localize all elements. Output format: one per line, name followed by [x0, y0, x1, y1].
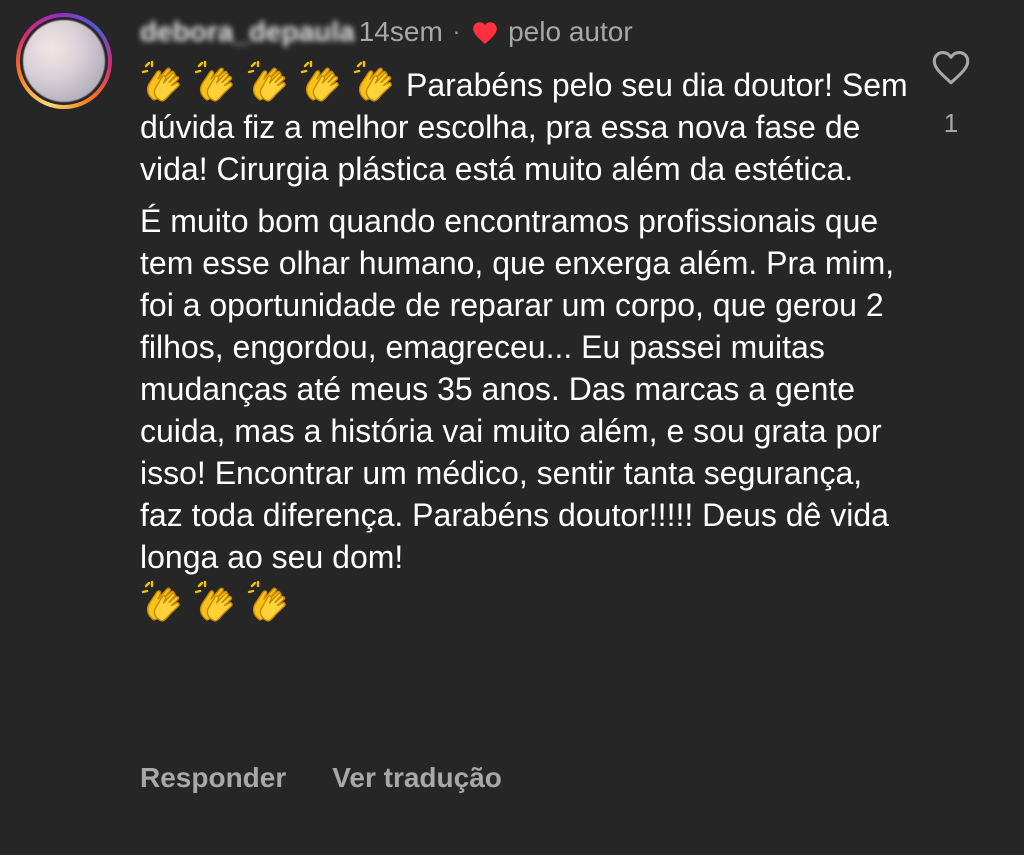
- meta-separator: ·: [452, 19, 461, 44]
- trailing-emoji-group: [140, 580, 902, 622]
- like-column: 1: [922, 46, 980, 139]
- comment-paragraph-1: Parabéns pelo seu dia doutor! Sem dúvida…: [140, 60, 910, 190]
- clapping-hands-icon: [194, 580, 233, 622]
- clapping-hands-icon: [247, 580, 286, 622]
- username[interactable]: debora_depaula: [140, 16, 355, 48]
- reply-button[interactable]: Responder: [140, 762, 286, 794]
- comment-actions: Responder Ver tradução: [140, 762, 502, 794]
- comment-text-2: É muito bom quando encontramos profissio…: [140, 203, 895, 575]
- avatar-gap: [20, 17, 108, 105]
- clapping-hands-icon: [353, 60, 392, 102]
- clapping-hands-icon: [194, 60, 233, 102]
- comment-item: debora_depaula 14sem · pelo autor Parabé…: [0, 0, 1024, 855]
- comment-time: 14sem: [358, 16, 443, 47]
- leading-emoji-group: [140, 60, 398, 102]
- comment-paragraph-2: É muito bom quando encontramos profissio…: [140, 200, 910, 578]
- clapping-hands-icon: [141, 580, 180, 622]
- like-count: 1: [943, 108, 959, 138]
- clapping-hands-icon: [300, 60, 339, 102]
- avatar-story-ring[interactable]: [16, 13, 112, 109]
- liked-by-author-label: pelo autor: [508, 16, 633, 47]
- heart-filled-icon: [473, 22, 497, 45]
- clapping-hands-icon: [141, 60, 180, 102]
- clapping-hands-icon: [247, 60, 286, 102]
- heart-outline-icon[interactable]: [929, 46, 973, 86]
- avatar[interactable]: [23, 20, 105, 102]
- translate-button[interactable]: Ver tradução: [332, 762, 502, 794]
- comment-body: Parabéns pelo seu dia doutor! Sem dúvida…: [140, 60, 910, 622]
- comment-meta: debora_depaula 14sem · pelo autor: [140, 12, 633, 52]
